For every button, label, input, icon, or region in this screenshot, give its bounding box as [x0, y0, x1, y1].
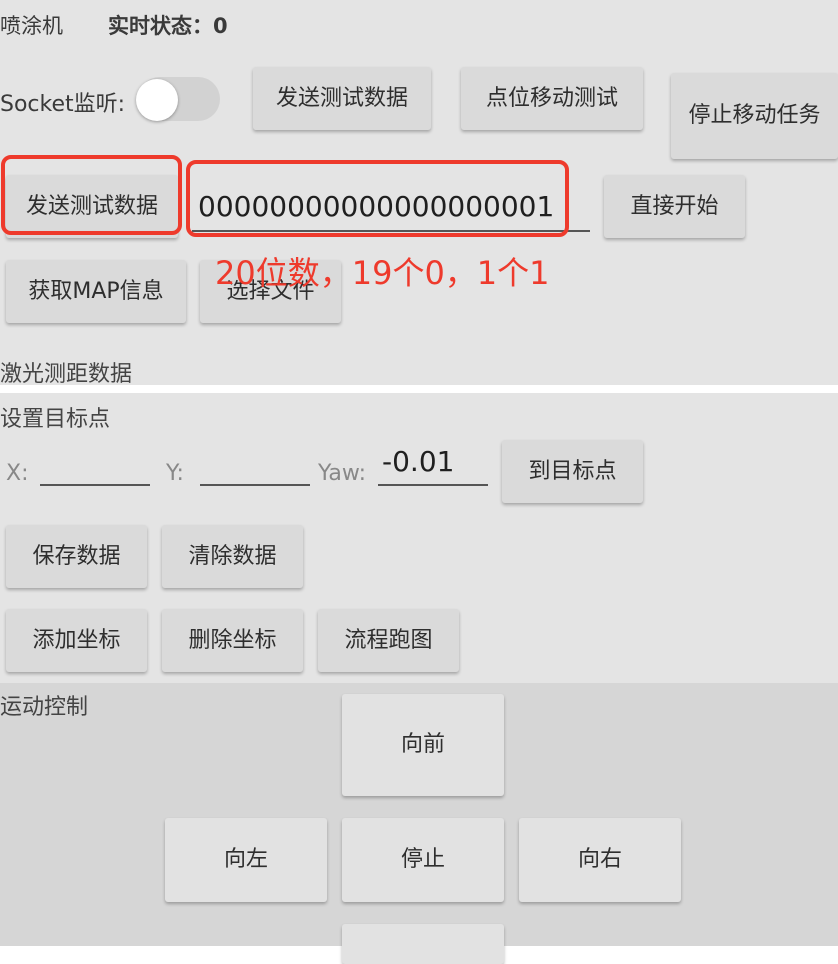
- motion-control-title: 运动控制: [0, 695, 89, 720]
- x-label: X:: [6, 461, 29, 486]
- motion-control-panel: 运动控制 向前 向左 停止 向右: [0, 683, 838, 964]
- test-data-input-underline: [192, 230, 590, 232]
- move-backward-button[interactable]: [342, 924, 504, 964]
- target-point-panel: 设置目标点 X: Y: Yaw: -0.01 到目标点 保存数据 清除数据 添加…: [0, 393, 838, 683]
- go-to-target-button[interactable]: 到目标点: [502, 440, 643, 503]
- save-data-button[interactable]: 保存数据: [6, 525, 147, 588]
- stop-move-task-button[interactable]: 停止移动任务: [671, 73, 838, 159]
- move-forward-button[interactable]: 向前: [342, 694, 504, 796]
- send-test-data-button[interactable]: 发送测试数据: [253, 67, 431, 130]
- delete-coordinate-button[interactable]: 删除坐标: [162, 609, 303, 672]
- yaw-input-underline: [378, 484, 488, 486]
- y-label: Y:: [166, 461, 184, 486]
- add-coordinate-button[interactable]: 添加坐标: [6, 609, 147, 672]
- flow-run-map-button[interactable]: 流程跑图: [318, 609, 459, 672]
- control-panel-top: 喷涂机 实时状态：0 Socket监听: 发送测试数据 点位移动测试 停止移动任…: [0, 0, 838, 387]
- x-input-underline: [40, 484, 150, 486]
- realtime-status: 实时状态：0: [108, 14, 228, 38]
- annotation-text: 20位数，19个0，1个1: [215, 254, 550, 292]
- app-title: 喷涂机: [0, 14, 63, 38]
- send-test-data-button-2[interactable]: 发送测试数据: [6, 175, 178, 238]
- laser-ranging-label: 激光测距数据: [0, 362, 133, 387]
- get-map-info-button[interactable]: 获取MAP信息: [6, 260, 186, 323]
- socket-listen-label: Socket监听:: [0, 92, 126, 117]
- move-left-button[interactable]: 向左: [165, 818, 327, 902]
- y-input-underline: [200, 484, 310, 486]
- set-target-title: 设置目标点: [0, 407, 111, 432]
- point-move-test-button[interactable]: 点位移动测试: [461, 67, 643, 130]
- yaw-input[interactable]: -0.01: [382, 445, 454, 478]
- direct-start-button[interactable]: 直接开始: [604, 175, 745, 238]
- clear-data-button[interactable]: 清除数据: [162, 525, 303, 588]
- move-right-button[interactable]: 向右: [519, 818, 681, 902]
- socket-toggle-thumb[interactable]: [136, 79, 178, 121]
- test-data-input[interactable]: 00000000000000000001: [198, 190, 554, 223]
- stop-button[interactable]: 停止: [342, 818, 504, 902]
- yaw-label: Yaw:: [318, 461, 367, 486]
